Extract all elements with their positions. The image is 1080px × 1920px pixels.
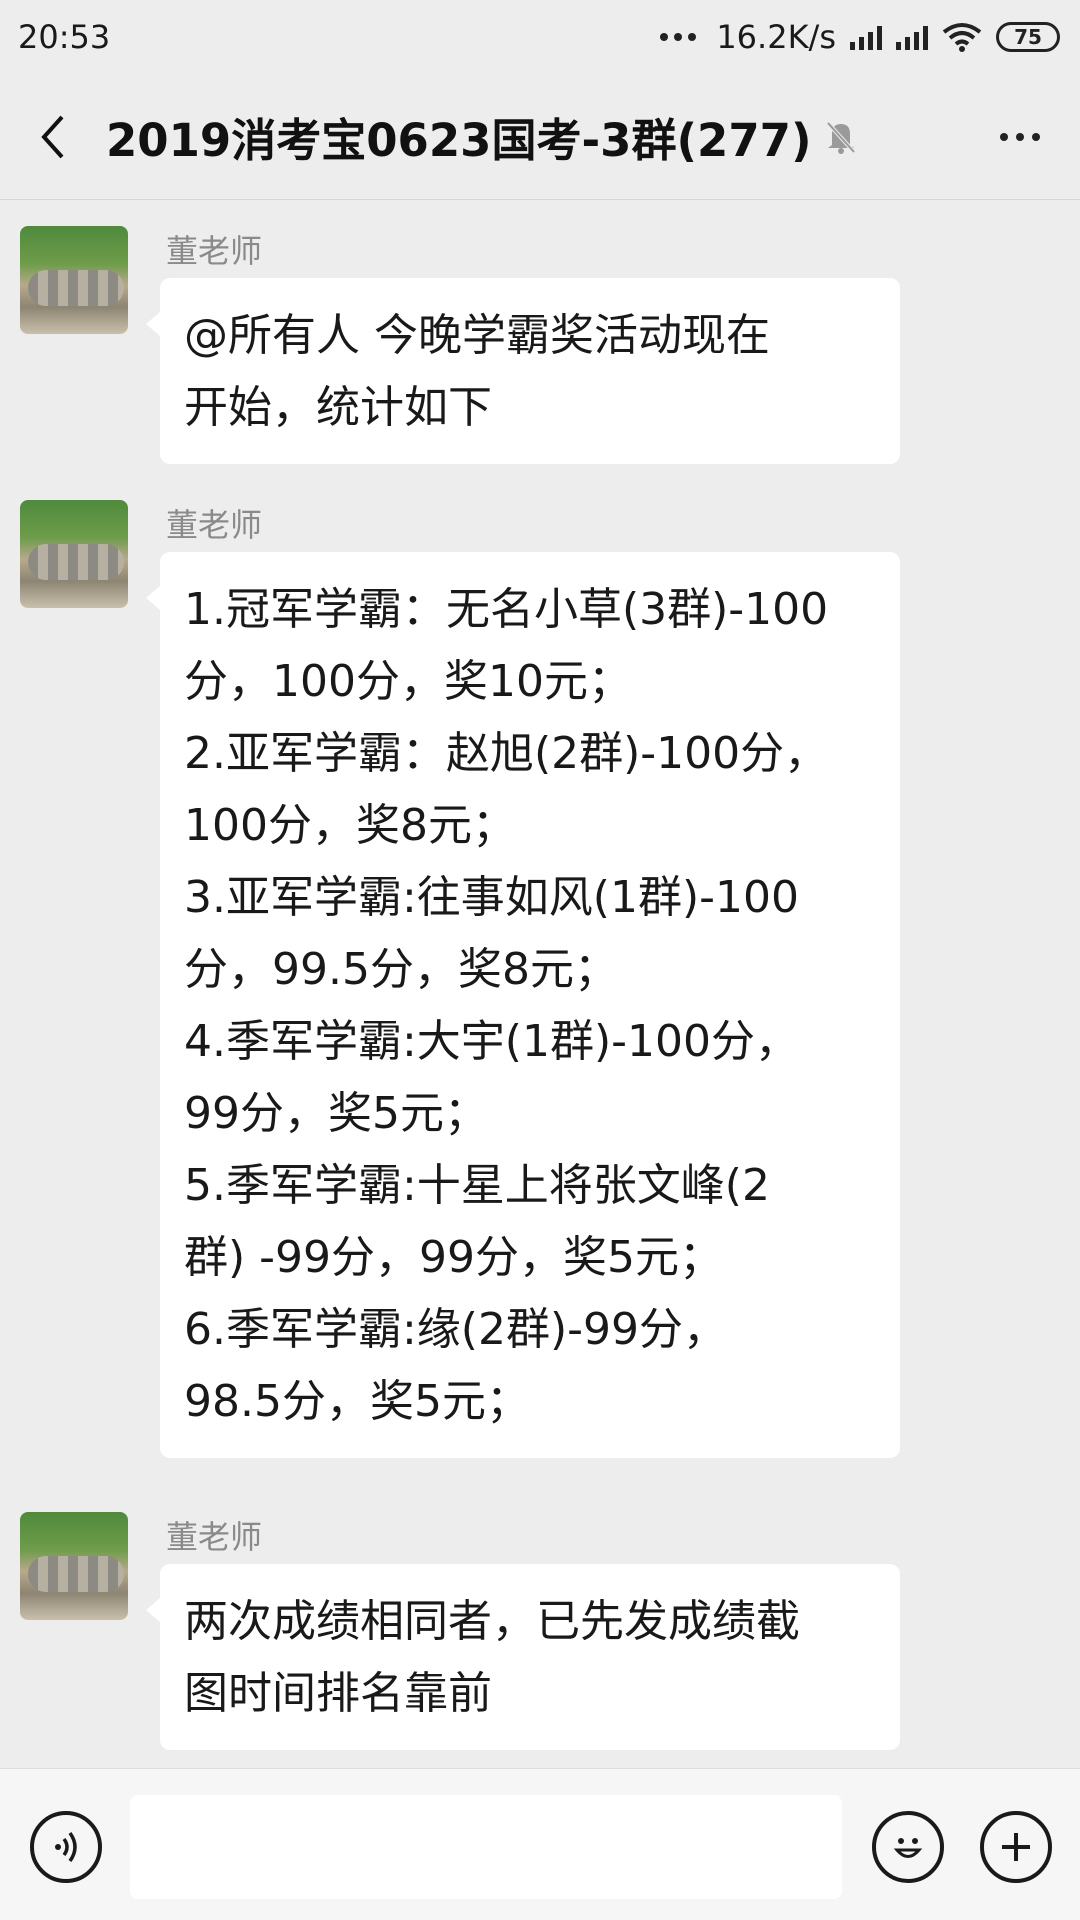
- voice-icon: [55, 1831, 77, 1863]
- message-line: 群) -99分，99分，奖5元；: [184, 1232, 723, 1283]
- message-line: 图时间排名靠前: [184, 1668, 492, 1719]
- message-line: 开始，统计如下: [184, 382, 492, 433]
- emoji-button[interactable]: [872, 1811, 944, 1883]
- chat-screen: 20:53 16.2K/s 75 2019消考宝0623国考-3群(277) 董…: [0, 0, 1080, 1920]
- signal-icon: [896, 24, 928, 50]
- message-line: 100分，奖8元；: [184, 800, 516, 851]
- battery-icon: 75: [996, 22, 1060, 52]
- sender-name: 董老师: [166, 232, 263, 270]
- more-dots-icon: [1000, 132, 1008, 141]
- message-line: 分，99.5分，奖8元；: [184, 944, 618, 995]
- input-bar: [0, 1768, 1080, 1920]
- signal-icon: [850, 24, 882, 50]
- message-input[interactable]: [130, 1795, 842, 1899]
- more-button[interactable]: [1000, 74, 1040, 199]
- message-bubble[interactable]: 两次成绩相同者，已先发成绩截 图时间排名靠前: [146, 1564, 900, 1750]
- wifi-icon: [942, 23, 982, 52]
- plus-icon: [1002, 1833, 1030, 1861]
- avatar[interactable]: [20, 1512, 128, 1620]
- status-indicators: 16.2K/s 75: [660, 18, 1060, 56]
- message-bubble[interactable]: @所有人 今晚学霸奖活动现在 开始，统计如下: [146, 278, 900, 464]
- status-time: 20:53: [18, 18, 111, 56]
- avatar[interactable]: [20, 226, 128, 334]
- sender-name: 董老师: [166, 1518, 263, 1556]
- message-line: 5.季军学霸:十星上将张文峰(2: [184, 1160, 770, 1211]
- message-line: 1.冠军学霸：无名小草(3群)-100: [184, 584, 829, 635]
- chevron-left-icon: [41, 115, 64, 158]
- bell-muted-icon: [824, 117, 864, 157]
- network-speed: 16.2K/s: [716, 18, 836, 56]
- voice-button[interactable]: [30, 1811, 102, 1883]
- message-line: 6.季军学霸:缘(2群)-99分，: [184, 1304, 727, 1355]
- sender-name: 董老师: [166, 506, 263, 544]
- message-line: 98.5分，奖5元；: [184, 1376, 530, 1427]
- plus-button[interactable]: [980, 1811, 1052, 1883]
- chat-header: 2019消考宝0623国考-3群(277): [0, 74, 1080, 200]
- message-line: 分，100分，奖10元；: [184, 656, 632, 707]
- status-bar: 20:53 16.2K/s 75: [0, 0, 1080, 74]
- message-line: 3.亚军学霸:往事如风(1群)-100: [184, 872, 799, 923]
- message-line: 4.季军学霸:大宇(1群)-100分，: [184, 1016, 799, 1067]
- avatar[interactable]: [20, 500, 128, 608]
- message-bubble[interactable]: 1.冠军学霸：无名小草(3群)-100 分，100分，奖10元； 2.亚军学霸：…: [146, 552, 900, 1458]
- emoji-icon: [893, 1838, 923, 1858]
- chat-title: 2019消考宝0623国考-3群(277): [106, 114, 812, 167]
- message-line: 99分，奖5元；: [184, 1088, 488, 1139]
- back-button[interactable]: [0, 74, 106, 199]
- battery-level: 75: [1014, 25, 1042, 49]
- message-line: 两次成绩相同者，已先发成绩截: [184, 1596, 800, 1647]
- message-line: 2.亚军学霸：赵旭(2群)-100分，: [184, 728, 829, 779]
- message-line: @所有人 今晚学霸奖活动现在: [184, 310, 770, 361]
- notification-dots-icon: [660, 33, 697, 41]
